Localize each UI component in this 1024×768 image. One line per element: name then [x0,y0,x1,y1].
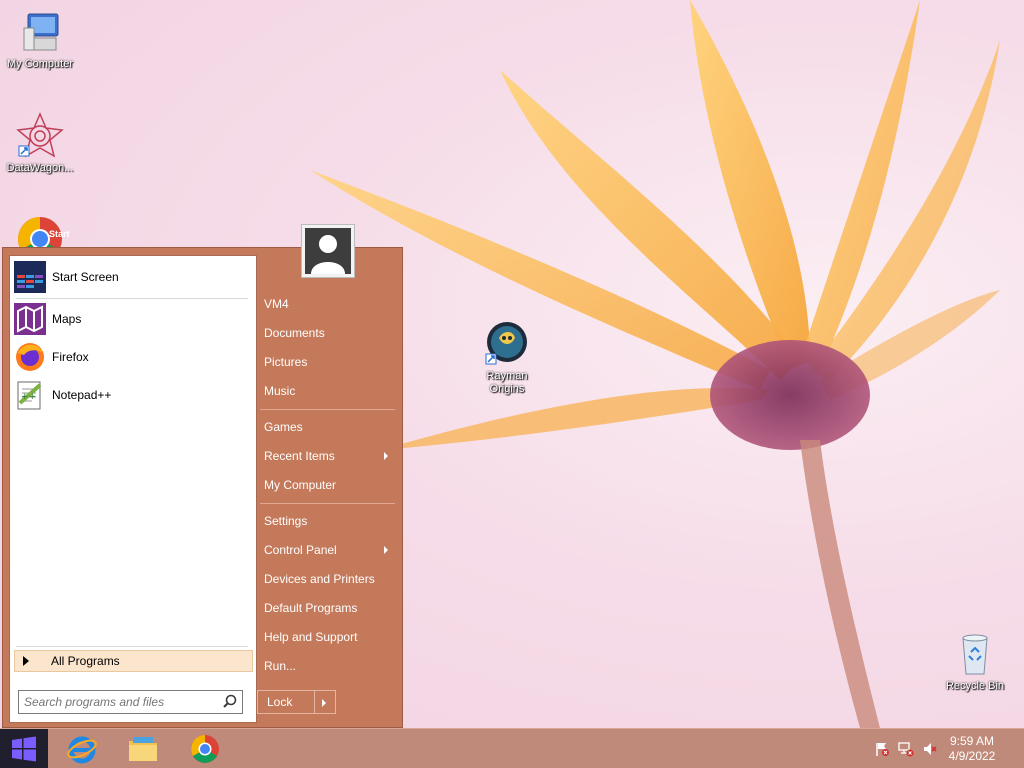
start-item-run[interactable]: Run... [264,655,394,677]
start-item-settings[interactable]: Settings [264,510,394,532]
taskbar: 9:59 AM 4/9/2022 [0,728,1024,768]
start-item-music[interactable]: Music [264,380,394,402]
desktop-icon-label: Rayman Origins [486,370,528,395]
program-label: Notepad++ [52,388,112,402]
system-clock[interactable]: 9:59 AM 4/9/2022 [942,734,1002,764]
notepad-plus-plus-icon: ++ [14,379,46,411]
start-item-label: My Computer [264,478,337,492]
user-avatar[interactable] [301,224,355,278]
taskbar-chrome[interactable] [177,731,233,767]
recycle-bin-icon [951,630,999,678]
lock-button-group: Lock [257,690,336,714]
start-item-label: Help and Support [264,630,358,644]
taskbar-file-explorer[interactable] [115,731,171,767]
start-screen-badge: Start [49,229,70,239]
start-item-label: VM4 [264,297,289,311]
network-icon[interactable] [898,741,914,757]
datawagon-icon [16,112,64,160]
program-label: Maps [52,312,82,326]
firefox-icon [14,341,46,373]
separator [16,646,248,647]
start-item-pictures[interactable]: Pictures [264,351,394,373]
separator [260,503,395,504]
user-silhouette-icon [305,228,351,274]
desktop-icon-datawagon[interactable]: DataWagon... [0,112,80,175]
computer-icon [16,8,64,56]
start-item-label: Settings [264,514,308,528]
maps-icon [14,303,46,335]
start-item-label: Control Panel [264,543,337,557]
start-item-help-and-support[interactable]: Help and Support [264,626,394,648]
desktop-icon-rayman-origins[interactable]: Rayman Origins [467,320,547,396]
start-button[interactable] [0,729,48,768]
program-label: Firefox [52,350,89,364]
start-item-label: Default Programs [264,601,358,615]
start-item-vm4[interactable]: VM4 [264,293,394,315]
action-center-flag-icon[interactable] [874,741,890,757]
start-item-devices-and-printers[interactable]: Devices and Printers [264,568,394,590]
start-item-games[interactable]: Games [264,416,394,438]
desktop-icon-label: My Computer [6,58,74,70]
chrome-icon [191,735,219,763]
start-item-my-computer[interactable]: My Computer [264,474,394,496]
search-box[interactable] [18,690,243,714]
desktop-icon-label: DataWagon... [6,162,74,174]
program-firefox[interactable]: Firefox [14,340,250,374]
windows-logo-icon [12,736,36,762]
start-item-default-programs[interactable]: Default Programs [264,597,394,619]
all-programs-button[interactable]: All Programs [14,650,253,672]
chevron-right-icon [384,452,388,460]
desktop-icon-recycle-bin[interactable]: Recycle Bin [935,630,1015,693]
start-item-label: Music [264,384,296,398]
volume-muted-icon[interactable] [922,741,938,757]
separator [260,409,395,410]
all-programs-label: All Programs [51,654,120,668]
clock-time: 9:59 AM [949,734,995,748]
lock-label: Lock [267,695,293,709]
file-explorer-icon [129,737,157,761]
start-item-label: Recent Items [264,449,335,463]
clock-date: 4/9/2022 [948,749,996,763]
internet-explorer-icon [67,736,97,764]
start-item-documents[interactable]: Documents [264,322,394,344]
svg-text:++: ++ [21,392,36,402]
power-options-dropdown[interactable] [315,691,335,713]
lock-button[interactable]: Lock [258,691,315,713]
desktop-icon-label: Recycle Bin [945,680,1005,692]
start-screen-icon: Start [14,229,70,293]
start-item-recent-items[interactable]: Recent Items [264,445,394,467]
separator [16,298,248,299]
desktop-icon-my-computer[interactable]: My Computer [0,8,80,71]
start-item-label: Devices and Printers [264,572,375,586]
triangle-right-icon [23,656,29,666]
taskbar-internet-explorer[interactable] [54,731,110,767]
chevron-right-icon [384,546,388,554]
start-item-label: Pictures [264,355,308,369]
start-item-label: Run... [264,659,297,673]
rayman-origins-icon [483,320,531,368]
program-notepad-plus-plus[interactable]: ++ Notepad++ [14,378,250,412]
program-label: Start Screen [52,270,119,284]
start-item-label: Documents [264,326,325,340]
program-maps[interactable]: Maps [14,302,250,336]
start-item-control-panel[interactable]: Control Panel [264,539,394,561]
start-item-label: Games [264,420,303,434]
program-start-screen[interactable]: Start Start Screen [14,229,250,294]
programs-pane: Start Start Screen Maps Firefox ++ Notep… [9,229,257,723]
search-icon[interactable] [220,692,240,712]
search-input[interactable] [19,692,220,712]
